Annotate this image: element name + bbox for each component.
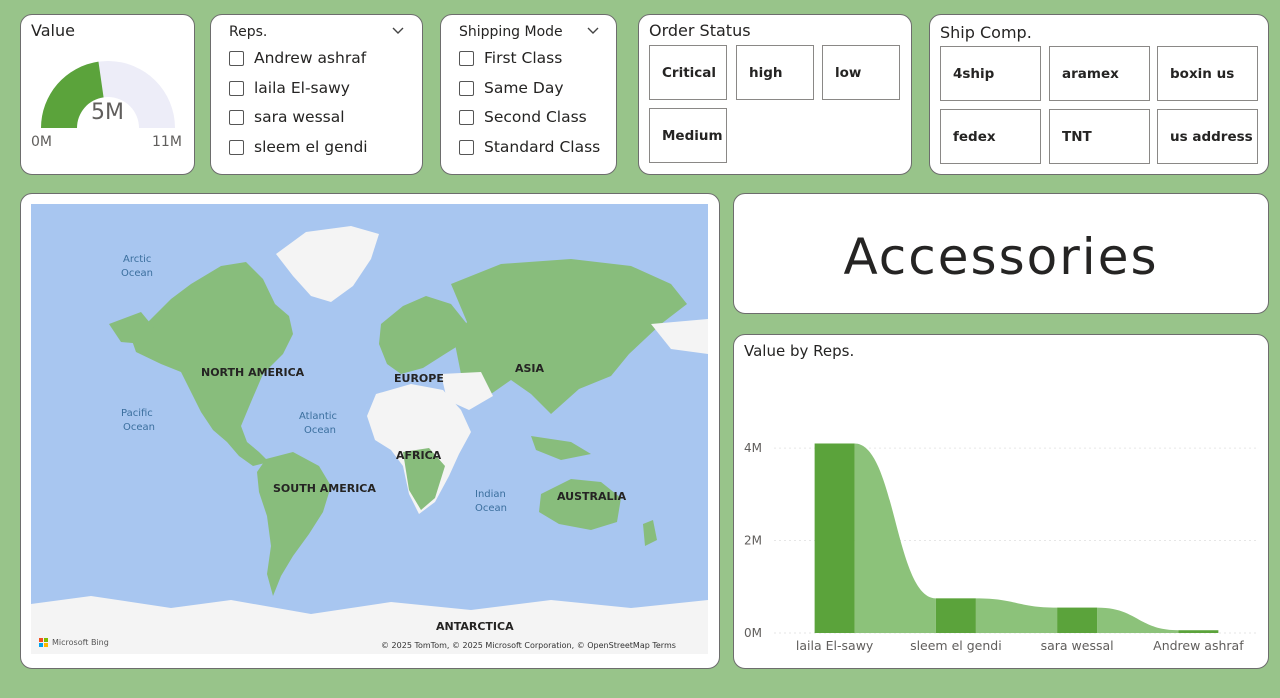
slicer-item-same-day[interactable]: Same Day [459, 77, 564, 99]
slicer-item-label: Second Class [484, 108, 587, 126]
y-tick-label: 2M [744, 534, 762, 548]
ship-comp-title: Ship Comp. [940, 23, 1032, 42]
value-by-reps-chart[interactable]: Value by Reps. 0M 2M 4M laila El-sawy sleem … [733, 334, 1269, 669]
x-tick-label: sara wessal [1041, 638, 1114, 653]
x-tick-label: laila El-sawy [796, 638, 874, 653]
status-tile-critical[interactable]: Critical [649, 45, 727, 100]
checkbox[interactable] [459, 80, 474, 96]
checkbox[interactable] [229, 109, 244, 125]
shipping-slicer-title: Shipping Mode [459, 24, 563, 40]
slicer-item-label: Standard Class [484, 138, 601, 156]
category-card: Accessories [733, 193, 1269, 314]
checkbox[interactable] [229, 139, 244, 155]
slicer-item-label: laila El-sawy [254, 79, 350, 97]
shipcomp-tile-boxin-us[interactable]: boxin us [1157, 46, 1258, 101]
category-card-value: Accessories [843, 228, 1159, 286]
bing-logo: Microsoft Bing [39, 638, 109, 647]
shipcomp-tile-us-address[interactable]: us address [1157, 109, 1258, 164]
slicer-item-label: sara wessal [254, 108, 345, 126]
world-map[interactable]: Arctic Ocean Pacific Ocean Atlantic Ocea… [31, 204, 708, 654]
x-tick-label: sleem el gendi [910, 638, 1002, 653]
map-label-arctic-1: Arctic [123, 254, 151, 265]
ribbon-chart[interactable]: 0M 2M 4M laila El-sawy sleem el gendi sara we… [734, 335, 1270, 670]
checkbox[interactable] [459, 50, 474, 66]
bar[interactable] [1057, 607, 1098, 633]
shipcomp-tile-4ship[interactable]: 4ship [940, 46, 1041, 101]
checkbox[interactable] [229, 80, 244, 96]
gauge-card[interactable]: Value 5M 0M 11M [20, 14, 195, 175]
shipping-mode-slicer[interactable]: Shipping Mode First Class Same Day Secon… [440, 14, 617, 175]
map-label-antarctica: ANTARCTICA [436, 620, 514, 633]
slicer-item-label: First Class [484, 49, 563, 67]
map-label-pacific-2: Ocean [123, 422, 155, 433]
bing-brand: Microsoft Bing [52, 638, 109, 647]
gauge-chart [41, 61, 175, 128]
ribbon-segment[interactable] [1097, 607, 1179, 633]
slicer-item-first-class[interactable]: First Class [459, 47, 562, 69]
chevron-down-icon[interactable] [391, 23, 405, 37]
checkbox[interactable] [229, 50, 244, 66]
map-label-europe: EUROPE [394, 372, 444, 385]
shipcomp-tile-fedex[interactable]: fedex [940, 109, 1041, 164]
bar[interactable] [1178, 630, 1219, 633]
map-label-indian-1: Indian [475, 489, 506, 500]
slicer-item-laila[interactable]: laila El-sawy [229, 77, 350, 99]
map-label-pacific-1: Pacific [121, 408, 153, 419]
status-tile-high[interactable]: high [736, 45, 814, 100]
slicer-item-label: Andrew ashraf [254, 49, 367, 67]
map-label-north-america: NORTH AMERICA [201, 366, 305, 379]
ribbon-segment[interactable] [854, 443, 936, 633]
map-label-asia: ASIA [515, 362, 545, 375]
bar[interactable] [935, 598, 976, 633]
gauge-min: 0M [31, 134, 52, 150]
gauge-value: 5M [91, 100, 124, 125]
order-status-slicer[interactable]: Order Status Critical high low Medium [638, 14, 912, 175]
slicer-item-sleem[interactable]: sleem el gendi [229, 136, 368, 158]
checkbox[interactable] [459, 139, 474, 155]
map-label-atlantic-2: Ocean [304, 425, 336, 436]
chevron-down-icon[interactable] [586, 23, 600, 37]
slicer-item-label: sleem el gendi [254, 138, 368, 156]
y-tick-label: 0M [744, 626, 762, 640]
map-label-south-america: SOUTH AMERICA [273, 482, 376, 495]
bar[interactable] [814, 443, 855, 633]
checkbox[interactable] [459, 109, 474, 125]
y-tick-label: 4M [744, 441, 762, 455]
status-tile-medium[interactable]: Medium [649, 108, 727, 163]
map-attribution[interactable]: © 2025 TomTom, © 2025 Microsoft Corporat… [381, 641, 676, 650]
shipcomp-tile-aramex[interactable]: aramex [1049, 46, 1150, 101]
slicer-item-andrew[interactable]: Andrew ashraf [229, 47, 366, 69]
ribbon-segment[interactable] [975, 598, 1058, 633]
shipcomp-tile-tnt[interactable]: TNT [1049, 109, 1150, 164]
ship-company-slicer[interactable]: Ship Comp. 4ship aramex boxin us fedex T… [929, 14, 1269, 175]
map-label-africa: AFRICA [396, 449, 442, 462]
x-tick-label: Andrew ashraf [1153, 638, 1244, 653]
slicer-item-sara[interactable]: sara wessal [229, 106, 345, 128]
microsoft-logo-icon [39, 638, 48, 647]
map-label-indian-2: Ocean [475, 503, 507, 514]
slicer-item-standard-class[interactable]: Standard Class [459, 136, 600, 158]
slicer-item-label: Same Day [484, 79, 564, 97]
map-label-arctic-2: Ocean [121, 268, 153, 279]
map-label-australia: AUSTRALIA [557, 490, 627, 503]
map-visual[interactable]: Arctic Ocean Pacific Ocean Atlantic Ocea… [20, 193, 720, 669]
reps-slicer-title: Reps. [229, 24, 268, 40]
order-status-title: Order Status [649, 21, 751, 40]
gauge-max: 11M [152, 134, 182, 150]
status-tile-low[interactable]: low [822, 45, 900, 100]
slicer-item-second-class[interactable]: Second Class [459, 106, 587, 128]
reps-slicer[interactable]: Reps. Andrew ashraf laila El-sawy sara w… [210, 14, 423, 175]
map-label-atlantic-1: Atlantic [299, 411, 337, 422]
